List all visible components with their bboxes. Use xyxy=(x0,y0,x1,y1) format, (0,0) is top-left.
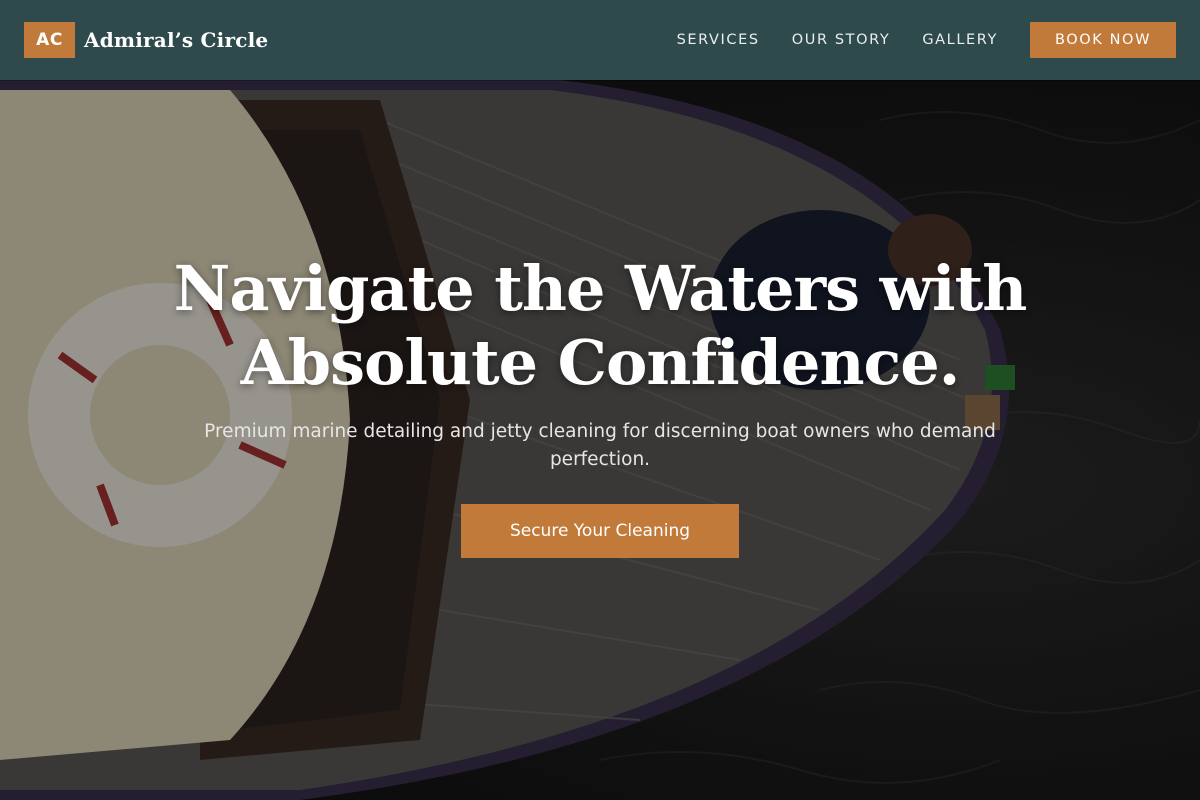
hero-headline: Navigate the Waters with Absolute Confid… xyxy=(173,252,1028,399)
book-now-button[interactable]: BOOK NOW xyxy=(1030,22,1176,58)
logo-badge: AC xyxy=(24,22,75,58)
site-header: AC Admiral’s Circle SERVICES OUR STORY G… xyxy=(0,0,1200,80)
hero-subheadline: Premium marine detailing and jetty clean… xyxy=(204,421,996,470)
secure-cleaning-button[interactable]: Secure Your Cleaning xyxy=(461,504,739,558)
nav-link-gallery[interactable]: GALLERY xyxy=(922,32,998,48)
nav-link-our-story[interactable]: OUR STORY xyxy=(792,32,891,48)
main-nav: SERVICES OUR STORY GALLERY BOOK NOW xyxy=(677,22,1176,58)
hero-section: Navigate the Waters with Absolute Confid… xyxy=(0,252,1200,558)
brand-name: Admiral’s Circle xyxy=(84,28,269,52)
brand-logo[interactable]: AC Admiral’s Circle xyxy=(24,22,268,58)
nav-link-services[interactable]: SERVICES xyxy=(677,32,760,48)
